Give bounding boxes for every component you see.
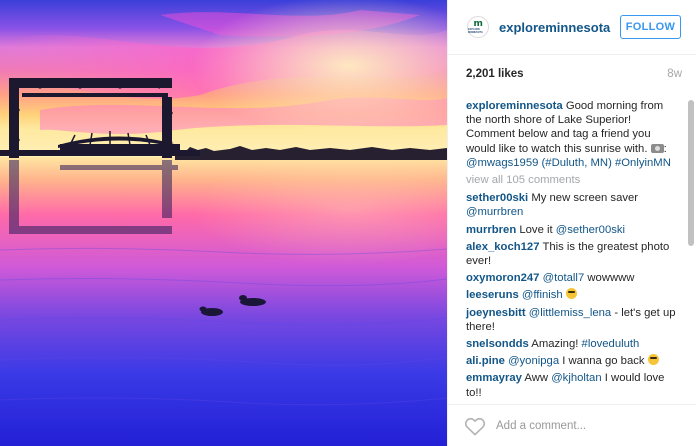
caption-mention[interactable]: @mwags1959 xyxy=(466,157,538,169)
comment-item: alex_koch127 This is the greatest photo … xyxy=(466,240,681,268)
comment-username[interactable]: ali.pine xyxy=(466,355,505,367)
comment-username[interactable]: alex_koch127 xyxy=(466,241,540,253)
avatar-logo-subtext: EXPLORE MINNESOTA xyxy=(468,28,483,34)
avatar[interactable]: m EXPLORE MINNESOTA xyxy=(467,16,489,38)
comment-text: I wanna go back xyxy=(562,355,645,368)
comment-text: Aww xyxy=(524,372,549,385)
comment-mention[interactable]: @sether00ski xyxy=(556,224,625,236)
comments-list: exploreminnesota Good morning from the n… xyxy=(466,99,681,403)
comment-mention[interactable]: @ffinish xyxy=(522,289,563,301)
post-stats: 2,201 likes 8w xyxy=(448,55,696,93)
post-age[interactable]: 8w xyxy=(667,68,682,80)
caption-hashtag-onlyinmn[interactable]: #OnlyinMN xyxy=(615,157,671,169)
comment-item: joeynesbitt @littlemiss_lena - let's get… xyxy=(466,306,681,334)
comment-item: murrbren Love it @sether00ski xyxy=(466,223,681,237)
comment-hashtag[interactable]: #loveduluth xyxy=(582,338,640,350)
sunglasses-emoji-icon xyxy=(565,288,577,300)
comment-username[interactable]: oxymoron247 xyxy=(466,272,539,284)
view-all-comments-link[interactable]: view all 105 comments xyxy=(466,173,681,187)
comment-username[interactable]: sether00ski xyxy=(466,192,528,204)
comment-mention[interactable]: @kjholtan xyxy=(551,372,601,384)
scrollbar-thumb[interactable] xyxy=(688,100,694,246)
comment-item: sether00ski My new screen saver @murrbre… xyxy=(466,191,681,219)
comment-item: ali.pine @yonipga I wanna go back xyxy=(466,354,681,368)
comment-mention[interactable]: @yonipga xyxy=(508,355,559,367)
comment-text: Amazing! xyxy=(531,338,579,351)
comment-username[interactable]: snelsondds xyxy=(466,338,529,350)
comment-text: Love it xyxy=(519,223,553,236)
caption-username[interactable]: exploreminnesota xyxy=(466,100,563,112)
comment-item: leeseruns @ffinish xyxy=(466,288,681,302)
likes-count[interactable]: 2,201 likes xyxy=(466,68,524,80)
add-comment-input[interactable] xyxy=(496,419,686,432)
comment-mention[interactable]: @littlemiss_lena xyxy=(529,307,611,319)
comment-item: snelsondds Amazing! #loveduluth xyxy=(466,337,681,351)
caption-hashtag-duluth[interactable]: (#Duluth, MN) xyxy=(542,157,612,169)
comment-mention[interactable]: @totall7 xyxy=(543,272,585,284)
comment-footer xyxy=(448,404,696,446)
camera-emoji-icon xyxy=(650,143,664,153)
comment-mention[interactable]: @murrbren xyxy=(466,206,523,218)
sunrise-bridge-photo xyxy=(0,0,447,446)
comment-username[interactable]: emmayray xyxy=(466,372,522,384)
instagram-post-view: m EXPLORE MINNESOTA exploreminnesota FOL… xyxy=(0,0,696,446)
grin-emoji-icon xyxy=(647,354,659,366)
comment-username[interactable]: leeseruns xyxy=(466,289,519,301)
username-link[interactable]: exploreminnesota xyxy=(499,20,620,35)
post-side-panel: m EXPLORE MINNESOTA exploreminnesota FOL… xyxy=(447,0,696,446)
heart-icon[interactable] xyxy=(464,416,486,436)
caption: exploreminnesota Good morning from the n… xyxy=(466,100,671,169)
comments-scrollbar[interactable] xyxy=(688,98,694,398)
post-header: m EXPLORE MINNESOTA exploreminnesota FOL… xyxy=(448,0,696,55)
comment-text: wowwww xyxy=(587,272,635,285)
comment-username[interactable]: murrbren xyxy=(466,224,516,236)
explore-minnesota-logo: m EXPLORE MINNESOTA xyxy=(468,20,488,34)
comment-username[interactable]: joeynesbitt xyxy=(466,307,526,319)
post-photo[interactable] xyxy=(0,0,447,446)
follow-button[interactable]: FOLLOW xyxy=(620,15,681,39)
comment-item: emmayray Aww @kjholtan I would love to!! xyxy=(466,371,681,399)
comment-item: oxymoron247 @totall7 wowwww xyxy=(466,271,681,285)
comment-text: My new screen saver xyxy=(531,192,639,205)
